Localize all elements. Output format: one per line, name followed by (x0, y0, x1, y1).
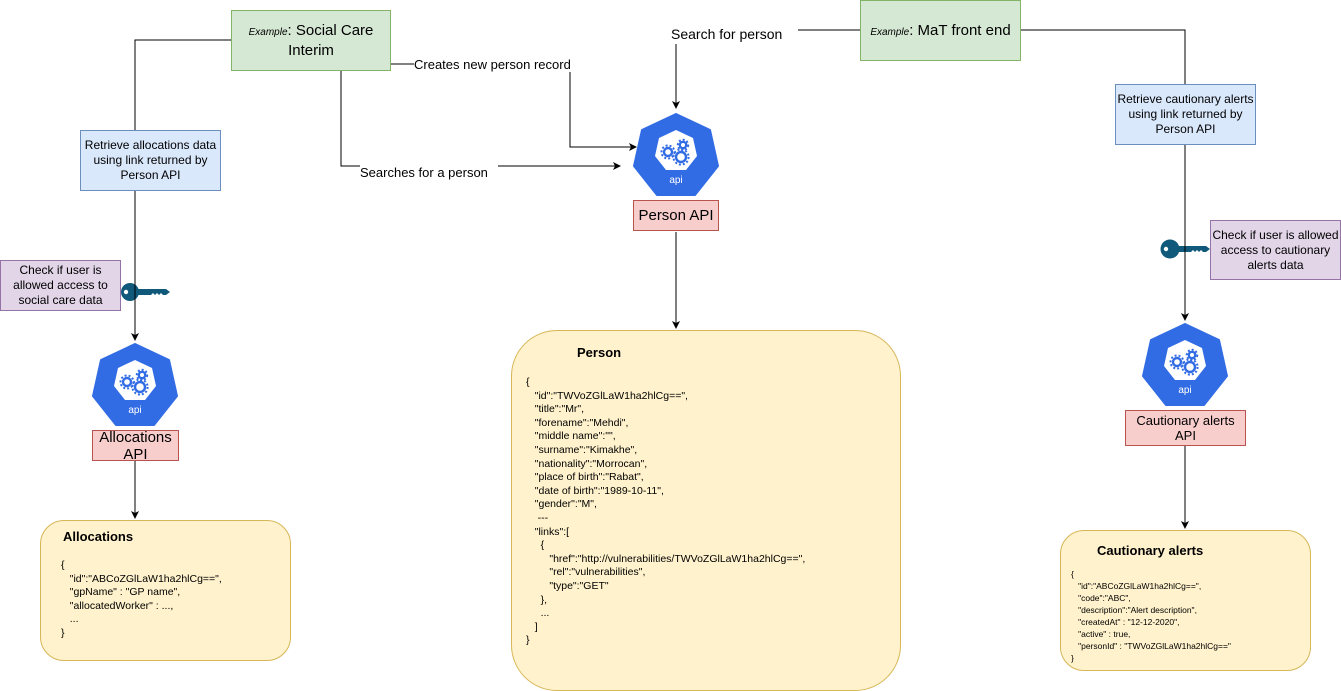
check-cautionary-node[interactable]: Check if user is allowed access to cauti… (1210, 220, 1341, 280)
json-line: "id":"ABCoZGlLaW1ha2hlCg==", (61, 572, 222, 585)
retrieve-cautionary-text: Retrieve cautionary alerts using link re… (1117, 92, 1254, 136)
example-prefix: Example (248, 26, 288, 38)
json-line: "code":"ABC", (1071, 593, 1131, 603)
edge-searches-person (340, 70, 620, 166)
check-social-care-node[interactable]: Check if user is allowed access to socia… (0, 260, 121, 311)
retrieve-allocations-text: Retrieve allocations data using link ret… (84, 138, 217, 182)
edge-label-search-for-person: Search for person (671, 26, 783, 42)
edge-social-to-retrieve-allocations (134, 39, 231, 130)
json-line: { (526, 539, 545, 552)
json-line: "description":"Alert description", (1071, 605, 1197, 615)
check-social-care-text: Check if user is allowed access to socia… (13, 263, 108, 307)
json-line: "allocatedWorker" : ..., (61, 599, 174, 612)
person-card-json: { "id":"TWVoZGlLaW1ha2hlCg==", "title":"… (526, 376, 805, 648)
person-card-title: Person (577, 345, 622, 360)
json-line: "links":[ (526, 525, 570, 538)
cautionary-api-text: Cautionary alerts API (1136, 413, 1235, 443)
json-line: ] (526, 620, 538, 633)
cautionary-card-json: { "id":"ABCoZGlLaW1ha2hlCg==", "code":"A… (1071, 568, 1231, 664)
api-icon-label: api (669, 175, 682, 186)
edge-creates-person (390, 63, 636, 147)
api-gears-icon: api (633, 113, 719, 196)
json-line: "forename":"Mehdi", (526, 416, 629, 429)
json-line: "gender":"M", (526, 498, 597, 511)
edge-mat-to-retrieve-cautionary (1020, 29, 1186, 85)
check-cautionary-text: Check if user is allowed access to cauti… (1212, 227, 1339, 272)
api-gears-icon: api (1142, 323, 1228, 406)
json-line: { (1071, 569, 1074, 579)
cautionary-api-label[interactable]: Cautionary alerts API (1125, 410, 1246, 446)
api-icon-label: api (128, 405, 141, 416)
json-line: { (61, 559, 65, 571)
json-line: "id":"TWVoZGlLaW1ha2hlCg==", (526, 389, 688, 402)
json-line: "id":"ABCoZGlLaW1ha2hlCg==", (1071, 581, 1202, 591)
json-line: "type":"GET" (526, 579, 609, 592)
json-line: } (526, 634, 530, 647)
social-care-interim-node[interactable]: Example: Social Care Interim (231, 10, 391, 71)
cautionary-alerts-card: Cautionary alerts { "id":"ABCoZGlLaW1ha2… (1060, 530, 1311, 671)
allocations-card-title: Allocations (63, 529, 134, 544)
allocations-card: Allocations { "id":"ABCoZGlLaW1ha2hlCg==… (40, 520, 291, 661)
allocations-card-json: { "id":"ABCoZGlLaW1ha2hlCg==", "gpName" … (61, 559, 222, 641)
api-gears-icon: api (92, 343, 178, 426)
json-line: "surname":"Kimakhe", (526, 443, 638, 456)
json-line: "middle name":"", (526, 430, 616, 443)
social-care-title: : Social Care Interim (287, 21, 374, 59)
json-line: --- (526, 511, 549, 524)
json-line: "personId" : "TWVoZGlLaW1ha2hlCg==" (1071, 641, 1231, 651)
person-card: Person { "id":"TWVoZGlLaW1ha2hlCg==", "t… (511, 330, 901, 691)
json-line: } (61, 626, 65, 639)
json-line: } (1071, 653, 1074, 663)
json-line: "place of birth":"Rabat", (526, 471, 644, 484)
json-line: "gpName" : "GP name", (61, 586, 181, 599)
retrieve-allocations-node[interactable]: Retrieve allocations data using link ret… (80, 130, 221, 191)
json-line: { (526, 376, 530, 388)
json-line: ... (61, 613, 79, 626)
edge-label-searches-person: Searches for a person (360, 165, 488, 180)
api-icon-label: api (1178, 385, 1191, 396)
key-icon (1160, 238, 1210, 260)
json-line: "title":"Mr", (526, 403, 585, 416)
json-line: "href":"http://vulnerabilities/TWVoZGlLa… (526, 552, 806, 565)
json-line: }, (526, 593, 548, 606)
person-api-label[interactable]: Person API (633, 200, 719, 231)
key-icon (121, 282, 170, 302)
cautionary-card-title: Cautionary alerts (1097, 543, 1204, 558)
person-api-text: Person API (638, 207, 714, 224)
json-line: "createdAt" : "12-12-2020", (1071, 617, 1180, 627)
example-prefix: Example (870, 26, 910, 38)
allocations-api-text: Allocations API (99, 429, 172, 463)
mat-front-end-title: : MaT front end (909, 21, 1011, 39)
json-line: "nationality":"Morrocan", (526, 457, 648, 470)
allocations-api-label[interactable]: Allocations API (92, 429, 179, 463)
json-line: ... (526, 607, 550, 620)
json-line: "rel":"vulnerabilities", (526, 566, 646, 579)
retrieve-cautionary-node[interactable]: Retrieve cautionary alerts using link re… (1115, 84, 1256, 145)
json-line: "active" : true, (1071, 629, 1131, 639)
json-line: "date of birth":"1989-10-11", (526, 484, 664, 497)
mat-front-end-node[interactable]: Example: MaT front end (860, 0, 1021, 61)
edge-label-creates-person: Creates new person record (414, 57, 571, 72)
